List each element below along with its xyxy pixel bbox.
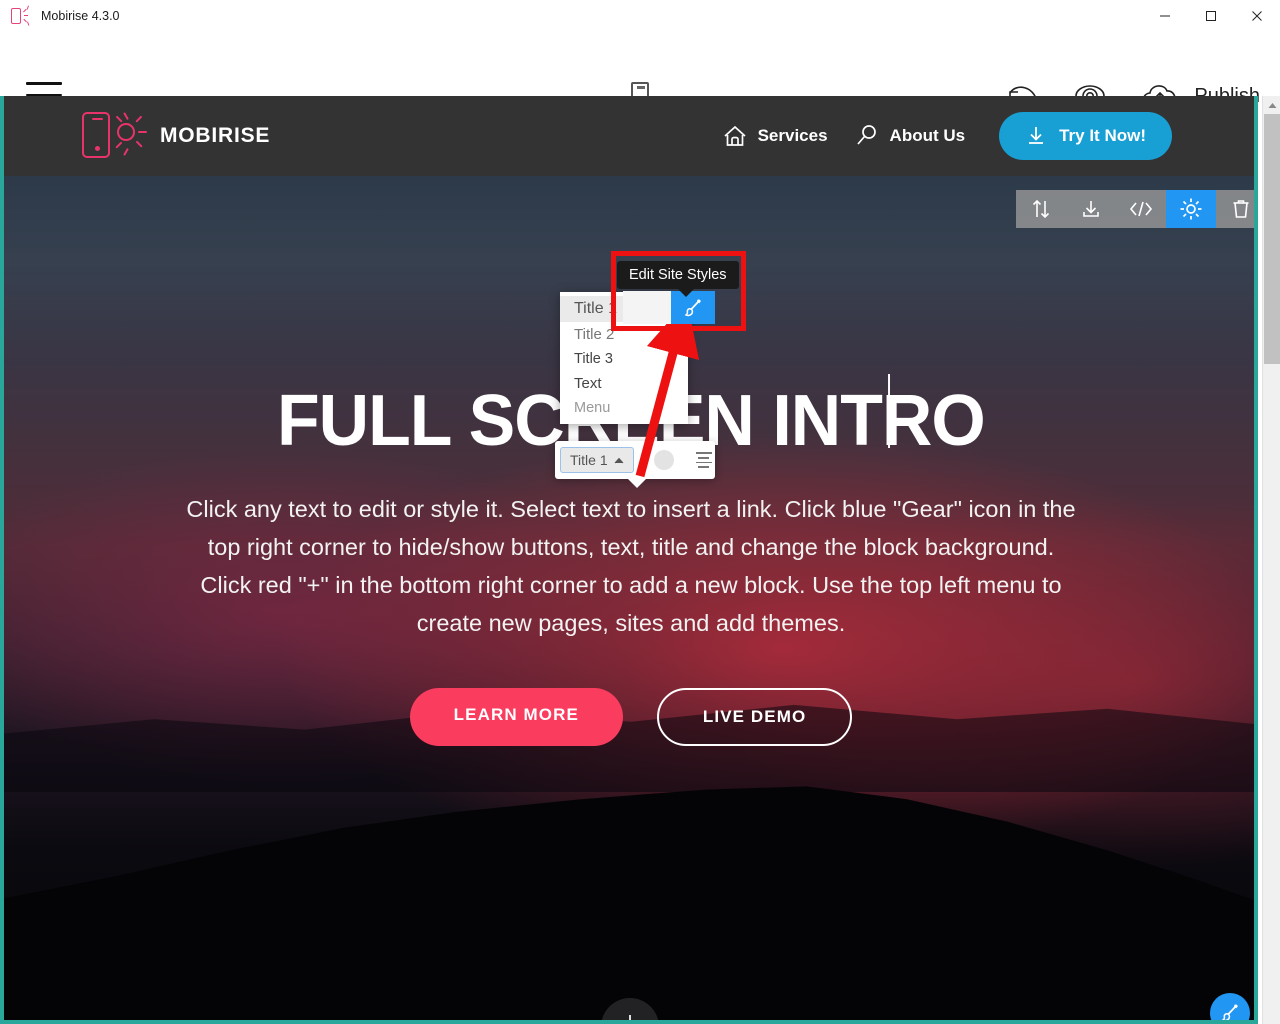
home-icon <box>724 125 746 146</box>
text-align-icon[interactable] <box>695 451 712 469</box>
site-nav-links: Services About Us Try It Now! <box>722 112 1172 160</box>
paintbrush-icon <box>1221 1004 1238 1020</box>
paintbrush-icon <box>684 299 701 316</box>
edit-code-button[interactable] <box>1116 190 1166 228</box>
dropdown-option-title-2[interactable]: Title 2 <box>560 322 688 347</box>
hero-paragraph[interactable]: Click any text to edit or style it. Sele… <box>181 490 1081 642</box>
site-canvas: MOBIRISE Services About Us Try It Now! F… <box>0 96 1258 1024</box>
scrollbar-thumb[interactable] <box>1264 114 1280 364</box>
dropdown-option-text[interactable]: Text <box>560 371 688 396</box>
learn-more-button[interactable]: LEARN MORE <box>409 687 623 746</box>
block-toolbar <box>1016 190 1254 228</box>
text-style-select-value: Title 1 <box>570 452 608 468</box>
search-magnifier-icon <box>856 125 876 145</box>
dropdown-option-title-3[interactable]: Title 3 <box>560 347 688 371</box>
move-up-down-icon <box>1032 199 1050 219</box>
window-title-bar: Mobirise 4.3.0 <box>0 0 1280 32</box>
block-settings-button[interactable] <box>1166 190 1216 228</box>
delete-block-button[interactable] <box>1216 190 1254 228</box>
inline-text-toolbar: Title 1 <box>555 441 715 488</box>
window-title: Mobirise 4.3.0 <box>41 8 120 23</box>
minimize-button[interactable] <box>1142 0 1188 32</box>
text-cursor <box>887 374 890 448</box>
vertical-scrollbar[interactable] <box>1262 96 1280 1024</box>
window-controls <box>1142 0 1280 32</box>
site-brand[interactable]: MOBIRISE <box>80 110 270 162</box>
try-it-now-label: Try It Now! <box>1059 126 1146 145</box>
try-it-now-button[interactable]: Try It Now! <box>999 112 1172 160</box>
download-block-button[interactable] <box>1066 190 1116 228</box>
nav-item-services[interactable]: Services <box>722 124 828 148</box>
scroll-up-arrow-icon[interactable] <box>1263 96 1280 114</box>
site-brand-name: MOBIRISE <box>160 124 271 147</box>
hero-buttons: LEARN MORE LIVE DEMO <box>409 687 853 746</box>
nav-item-about-us[interactable]: About Us <box>854 124 966 148</box>
site-navbar: MOBIRISE Services About Us Try It Now! <box>4 96 1254 176</box>
live-demo-button[interactable]: LIVE DEMO <box>656 687 853 746</box>
arrow-down-icon <box>629 1015 631 1020</box>
text-style-select[interactable]: Title 1 <box>560 447 634 473</box>
mobirise-logo-icon <box>9 5 35 26</box>
close-button[interactable] <box>1234 0 1280 32</box>
mobirise-app-window: Mobirise 4.3.0 MOBIRISE Services About U… <box>0 0 1280 1024</box>
site-styles-toolbar <box>623 291 715 324</box>
nav-label-services: Services <box>757 126 828 145</box>
maximize-button[interactable] <box>1188 0 1234 32</box>
edit-site-styles-tooltip: Edit Site Styles <box>617 261 739 297</box>
download-icon <box>1029 127 1044 144</box>
dropdown-option-menu[interactable]: Menu <box>560 396 688 420</box>
trash-icon <box>1233 200 1249 218</box>
code-brackets-icon <box>1129 201 1153 217</box>
gear-icon <box>1180 198 1202 220</box>
nav-label-about-us: About Us <box>889 126 966 145</box>
app-toolbar: Publish <box>0 32 1280 112</box>
text-color-swatch[interactable] <box>653 450 674 470</box>
chevron-up-icon <box>614 457 623 463</box>
mobirise-phone-sun-icon <box>80 110 147 162</box>
move-block-button[interactable] <box>1016 190 1066 228</box>
download-icon <box>1083 201 1099 217</box>
